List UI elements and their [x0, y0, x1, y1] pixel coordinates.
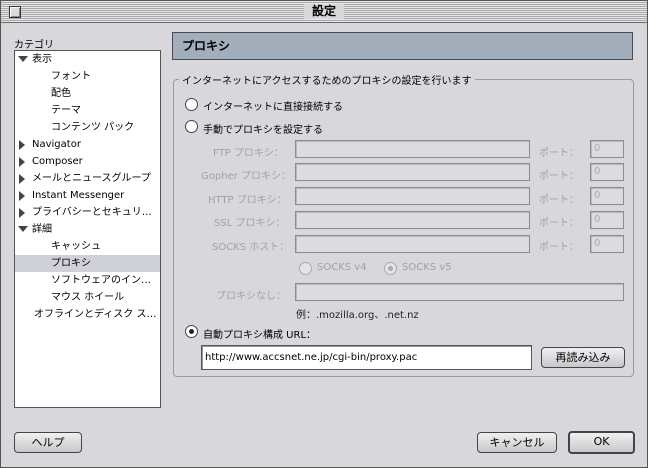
auto-proxy-radio[interactable] — [185, 325, 198, 338]
tree-item-display[interactable]: 表示 — [15, 51, 160, 68]
socks-port-label: ポート： — [539, 242, 579, 253]
direct-connection-label[interactable]: インターネットに直接接続する — [203, 98, 343, 113]
direct-connection-radio[interactable] — [185, 98, 198, 111]
gopher-proxy-field[interactable] — [295, 163, 530, 181]
tree-item-navigator[interactable]: Navigator — [15, 136, 160, 153]
window-title: 設定 — [303, 4, 345, 19]
tree-item-mail-news[interactable]: メールとニュースグループ — [15, 170, 160, 187]
tree-item-offline-disk[interactable]: オフラインとディスク ス… — [15, 306, 160, 323]
tree-item-colors[interactable]: 配色 — [15, 85, 160, 102]
group-label: インターネットにアクセスするためのプロキシの設定を行います — [179, 72, 475, 87]
socks-v4-radio[interactable] — [299, 262, 312, 275]
http-port-field[interactable]: 0 — [590, 187, 624, 205]
http-proxy-label: HTTP プロキシ： — [208, 195, 287, 206]
reload-button[interactable]: 再読み込み — [541, 347, 625, 368]
ssl-proxy-label: SSL プロキシ： — [214, 218, 286, 229]
ftp-proxy-label: FTP プロキシ： — [213, 148, 284, 159]
ftp-port-field[interactable]: 0 — [590, 140, 624, 158]
chevron-down-icon[interactable] — [18, 56, 28, 62]
tree-item-composer[interactable]: Composer — [15, 153, 160, 170]
ftp-port-label: ポート： — [539, 148, 579, 159]
radio-selected-dot — [189, 329, 194, 334]
chevron-right-icon[interactable] — [19, 191, 25, 201]
chevron-right-icon[interactable] — [19, 174, 25, 184]
chevron-right-icon[interactable] — [19, 157, 25, 167]
tree-item-mouse-wheel[interactable]: マウス ホイール — [15, 289, 160, 306]
ftp-proxy-field[interactable] — [295, 140, 530, 158]
manual-proxy-label[interactable]: 手動でプロキシを設定する — [203, 121, 323, 136]
socks-port-field[interactable]: 0 — [590, 235, 624, 253]
ok-button[interactable]: OK — [568, 431, 635, 454]
ssl-port-label: ポート： — [539, 218, 579, 229]
no-proxy-example: 例：.mozilla.org、.net.nz — [296, 310, 419, 321]
http-port-label: ポート： — [539, 195, 579, 206]
tree-item-content-packs[interactable]: コンテンツ パック — [15, 119, 160, 136]
no-proxy-field[interactable] — [295, 283, 624, 301]
ssl-port-field[interactable]: 0 — [590, 211, 624, 229]
ssl-proxy-field[interactable] — [295, 211, 530, 229]
tree-item-software-install[interactable]: ソフトウェアのイン… — [15, 272, 160, 289]
tree-item-instant-messenger[interactable]: Instant Messenger — [15, 187, 160, 204]
socks-v5-radio[interactable] — [384, 262, 397, 275]
gopher-proxy-label: Gopher プロキシ： — [201, 171, 291, 182]
tree-item-cache[interactable]: キャッシュ — [15, 238, 160, 255]
chevron-right-icon[interactable] — [19, 140, 25, 150]
manual-proxy-radio[interactable] — [185, 120, 198, 133]
gopher-port-field[interactable]: 0 — [590, 163, 624, 181]
tree-item-themes[interactable]: テーマ — [15, 102, 160, 119]
no-proxy-label: プロキシなし： — [216, 291, 286, 302]
tree-item-fonts[interactable]: フォント — [15, 68, 160, 85]
socks-host-label: SOCKS ホスト： — [212, 242, 290, 253]
gopher-port-label: ポート： — [539, 171, 579, 182]
auto-proxy-url-field[interactable]: http://www.accsnet.ne.jp/cgi-bin/proxy.p… — [201, 345, 532, 370]
help-button[interactable]: ヘルプ — [14, 432, 82, 453]
cancel-button[interactable]: キャンセル — [477, 432, 557, 453]
chevron-down-icon[interactable] — [18, 226, 28, 232]
radio-selected-dot — [388, 266, 393, 271]
chevron-right-icon[interactable] — [19, 208, 25, 218]
socks-v4-label[interactable]: SOCKS v4 — [317, 262, 367, 273]
preferences-window: 設定 カテゴリ 表示 フォント 配色 テーマ コンテンツ パック Navigat… — [0, 0, 648, 468]
socks-v5-label[interactable]: SOCKS v5 — [402, 262, 452, 273]
auto-proxy-label[interactable]: 自動プロキシ構成 URL： — [203, 326, 316, 341]
category-label: カテゴリ — [14, 40, 54, 51]
tree-item-proxies[interactable]: プロキシ — [15, 255, 160, 272]
title-bar[interactable]: 設定 — [1, 1, 647, 23]
page-title: プロキシ — [172, 32, 633, 60]
close-box-button[interactable] — [9, 6, 21, 18]
socks-host-field[interactable] — [295, 235, 530, 253]
tree-item-advanced[interactable]: 詳細 — [15, 221, 160, 238]
category-tree[interactable]: 表示 フォント 配色 テーマ コンテンツ パック Navigator Compo… — [14, 50, 161, 408]
tree-item-privacy-security[interactable]: プライバシーとセキュリ… — [15, 204, 160, 221]
http-proxy-field[interactable] — [295, 187, 530, 205]
